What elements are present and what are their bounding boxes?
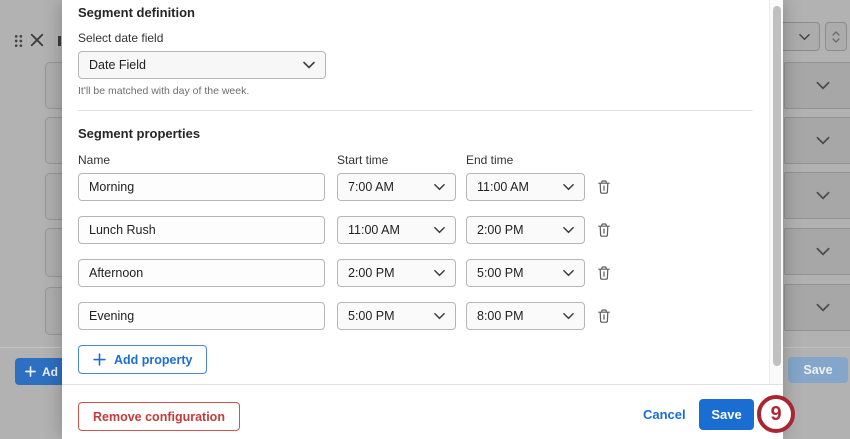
scrollbar-track[interactable]: [769, 0, 783, 384]
start-time-value: 11:00 AM: [348, 223, 400, 237]
plus-icon: [93, 353, 106, 366]
chevron-down-icon: [816, 247, 830, 256]
start-time-select[interactable]: 11:00 AM: [337, 216, 456, 244]
start-time-value: 5:00 PM: [348, 309, 395, 323]
end-time-value: 11:00 AM: [477, 180, 529, 194]
trash-icon: [596, 265, 612, 281]
column-header-name: Name: [78, 153, 110, 167]
cancel-button[interactable]: Cancel: [643, 407, 686, 422]
chevron-down-icon: [816, 136, 830, 145]
chevron-down-icon: [563, 269, 574, 277]
delete-row-button[interactable]: [595, 221, 613, 239]
step-number: 9: [770, 403, 781, 426]
plus-icon: [25, 366, 36, 377]
end-time-select[interactable]: 8:00 PM: [466, 302, 585, 330]
property-name-input[interactable]: [78, 302, 325, 330]
delete-row-button[interactable]: [595, 307, 613, 325]
background-text-fragment: [58, 36, 61, 46]
chevron-down-icon: [563, 226, 574, 234]
scrollbar-thumb[interactable]: [773, 6, 781, 366]
screen: Ad Save Segment defi: [0, 0, 850, 439]
property-name-input[interactable]: [78, 216, 325, 244]
save-button[interactable]: Save: [699, 399, 754, 430]
chevron-down-icon: [816, 81, 830, 90]
property-row: 2:00 PM 5:00 PM: [62, 259, 783, 287]
start-time-select[interactable]: 7:00 AM: [337, 173, 456, 201]
step-annotation-badge: 9: [757, 395, 795, 433]
background-save-label: Save: [803, 363, 832, 377]
background-accordion-row[interactable]: [784, 62, 850, 109]
segment-configuration-modal: Segment definition Select date field Dat…: [62, 0, 783, 439]
chevron-down-icon: [434, 269, 445, 277]
property-row: 11:00 AM 2:00 PM: [62, 216, 783, 244]
chevron-down-icon: [563, 183, 574, 191]
background-accordion-row[interactable]: [784, 117, 850, 164]
chevron-down-icon: [816, 303, 830, 312]
add-property-label: Add property: [114, 353, 192, 367]
close-icon[interactable]: [30, 33, 44, 47]
column-header-end: End time: [466, 153, 513, 167]
modal-footer: Remove configuration Cancel Save: [62, 384, 783, 439]
segment-definition-heading: Segment definition: [78, 5, 195, 20]
date-field-select[interactable]: Date Field: [78, 51, 326, 79]
date-field-label: Select date field: [78, 31, 163, 45]
start-time-value: 7:00 AM: [348, 180, 394, 194]
delete-row-button[interactable]: [595, 264, 613, 282]
start-time-select[interactable]: 2:00 PM: [337, 259, 456, 287]
chevron-down-icon: [303, 61, 315, 69]
background-divider: [0, 347, 62, 348]
remove-configuration-button[interactable]: Remove configuration: [78, 402, 240, 431]
start-time-select[interactable]: 5:00 PM: [337, 302, 456, 330]
sort-chevrons-icon: [831, 30, 841, 44]
chevron-down-icon: [816, 191, 830, 200]
end-time-select[interactable]: 2:00 PM: [466, 216, 585, 244]
chevron-down-icon: [563, 312, 574, 320]
end-time-select[interactable]: 11:00 AM: [466, 173, 585, 201]
chevron-down-icon: [434, 226, 445, 234]
date-field-helper-text: It'll be matched with day of the week.: [78, 85, 249, 97]
background-add-button-label: Ad: [42, 365, 58, 379]
trash-icon: [596, 179, 612, 195]
trash-icon: [596, 308, 612, 324]
end-time-value: 8:00 PM: [477, 309, 524, 323]
background-save-button[interactable]: Save: [788, 357, 848, 383]
background-accordion-row[interactable]: [784, 284, 850, 331]
end-time-value: 2:00 PM: [477, 223, 524, 237]
add-property-button[interactable]: Add property: [78, 345, 207, 374]
background-accordion-row[interactable]: [784, 228, 850, 275]
end-time-select[interactable]: 5:00 PM: [466, 259, 585, 287]
delete-row-button[interactable]: [595, 178, 613, 196]
background-sort-button[interactable]: [825, 22, 847, 51]
property-name-input[interactable]: [78, 259, 325, 287]
background-divider: [783, 347, 850, 348]
property-row: 5:00 PM 8:00 PM: [62, 302, 783, 330]
end-time-value: 5:00 PM: [477, 266, 524, 280]
column-header-start: Start time: [337, 153, 388, 167]
segment-properties-heading: Segment properties: [78, 126, 200, 141]
property-name-input[interactable]: [78, 173, 325, 201]
drag-handle-icon[interactable]: [13, 34, 24, 48]
section-divider: [78, 110, 753, 111]
chevron-down-icon: [434, 183, 445, 191]
modal-scroll-content: Segment definition Select date field Dat…: [62, 0, 783, 384]
start-time-value: 2:00 PM: [348, 266, 395, 280]
property-row: 7:00 AM 11:00 AM: [62, 173, 783, 201]
chevron-down-icon: [799, 33, 810, 41]
date-field-value: Date Field: [89, 58, 146, 72]
trash-icon: [596, 222, 612, 238]
chevron-down-icon: [434, 312, 445, 320]
background-accordion-row[interactable]: [784, 172, 850, 219]
